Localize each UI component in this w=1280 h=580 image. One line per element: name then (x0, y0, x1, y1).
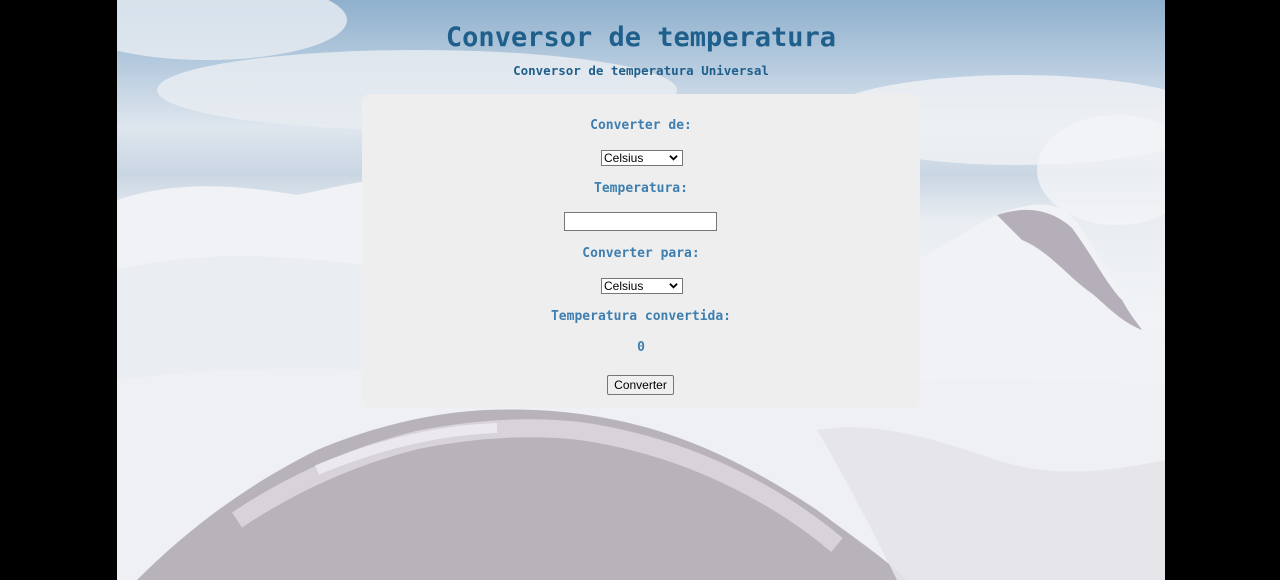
to-unit-selected-value: Celsius (604, 279, 644, 293)
converted-temperature-value: 0 (637, 340, 645, 355)
to-unit-label: Converter para: (582, 246, 700, 261)
temperature-label: Temperatura: (594, 181, 688, 196)
converter-card: Converter de: Celsius Temperatura: Conve… (362, 94, 920, 408)
page-subtitle: Conversor de temperatura Universal (513, 63, 769, 78)
to-unit-select[interactable]: Celsius (601, 278, 683, 294)
temperature-input[interactable] (564, 212, 717, 231)
chevron-down-icon (669, 283, 678, 289)
from-unit-selected-value: Celsius (604, 151, 644, 165)
chevron-down-icon (669, 155, 678, 161)
convert-button[interactable]: Converter (607, 375, 674, 395)
converted-temperature-label: Temperatura convertida: (550, 309, 731, 324)
page-title: Conversor de temperatura (445, 22, 837, 53)
from-unit-label: Converter de: (590, 118, 692, 133)
from-unit-select[interactable]: Celsius (601, 150, 683, 166)
page-background: Conversor de temperatura Conversor de te… (117, 0, 1165, 580)
